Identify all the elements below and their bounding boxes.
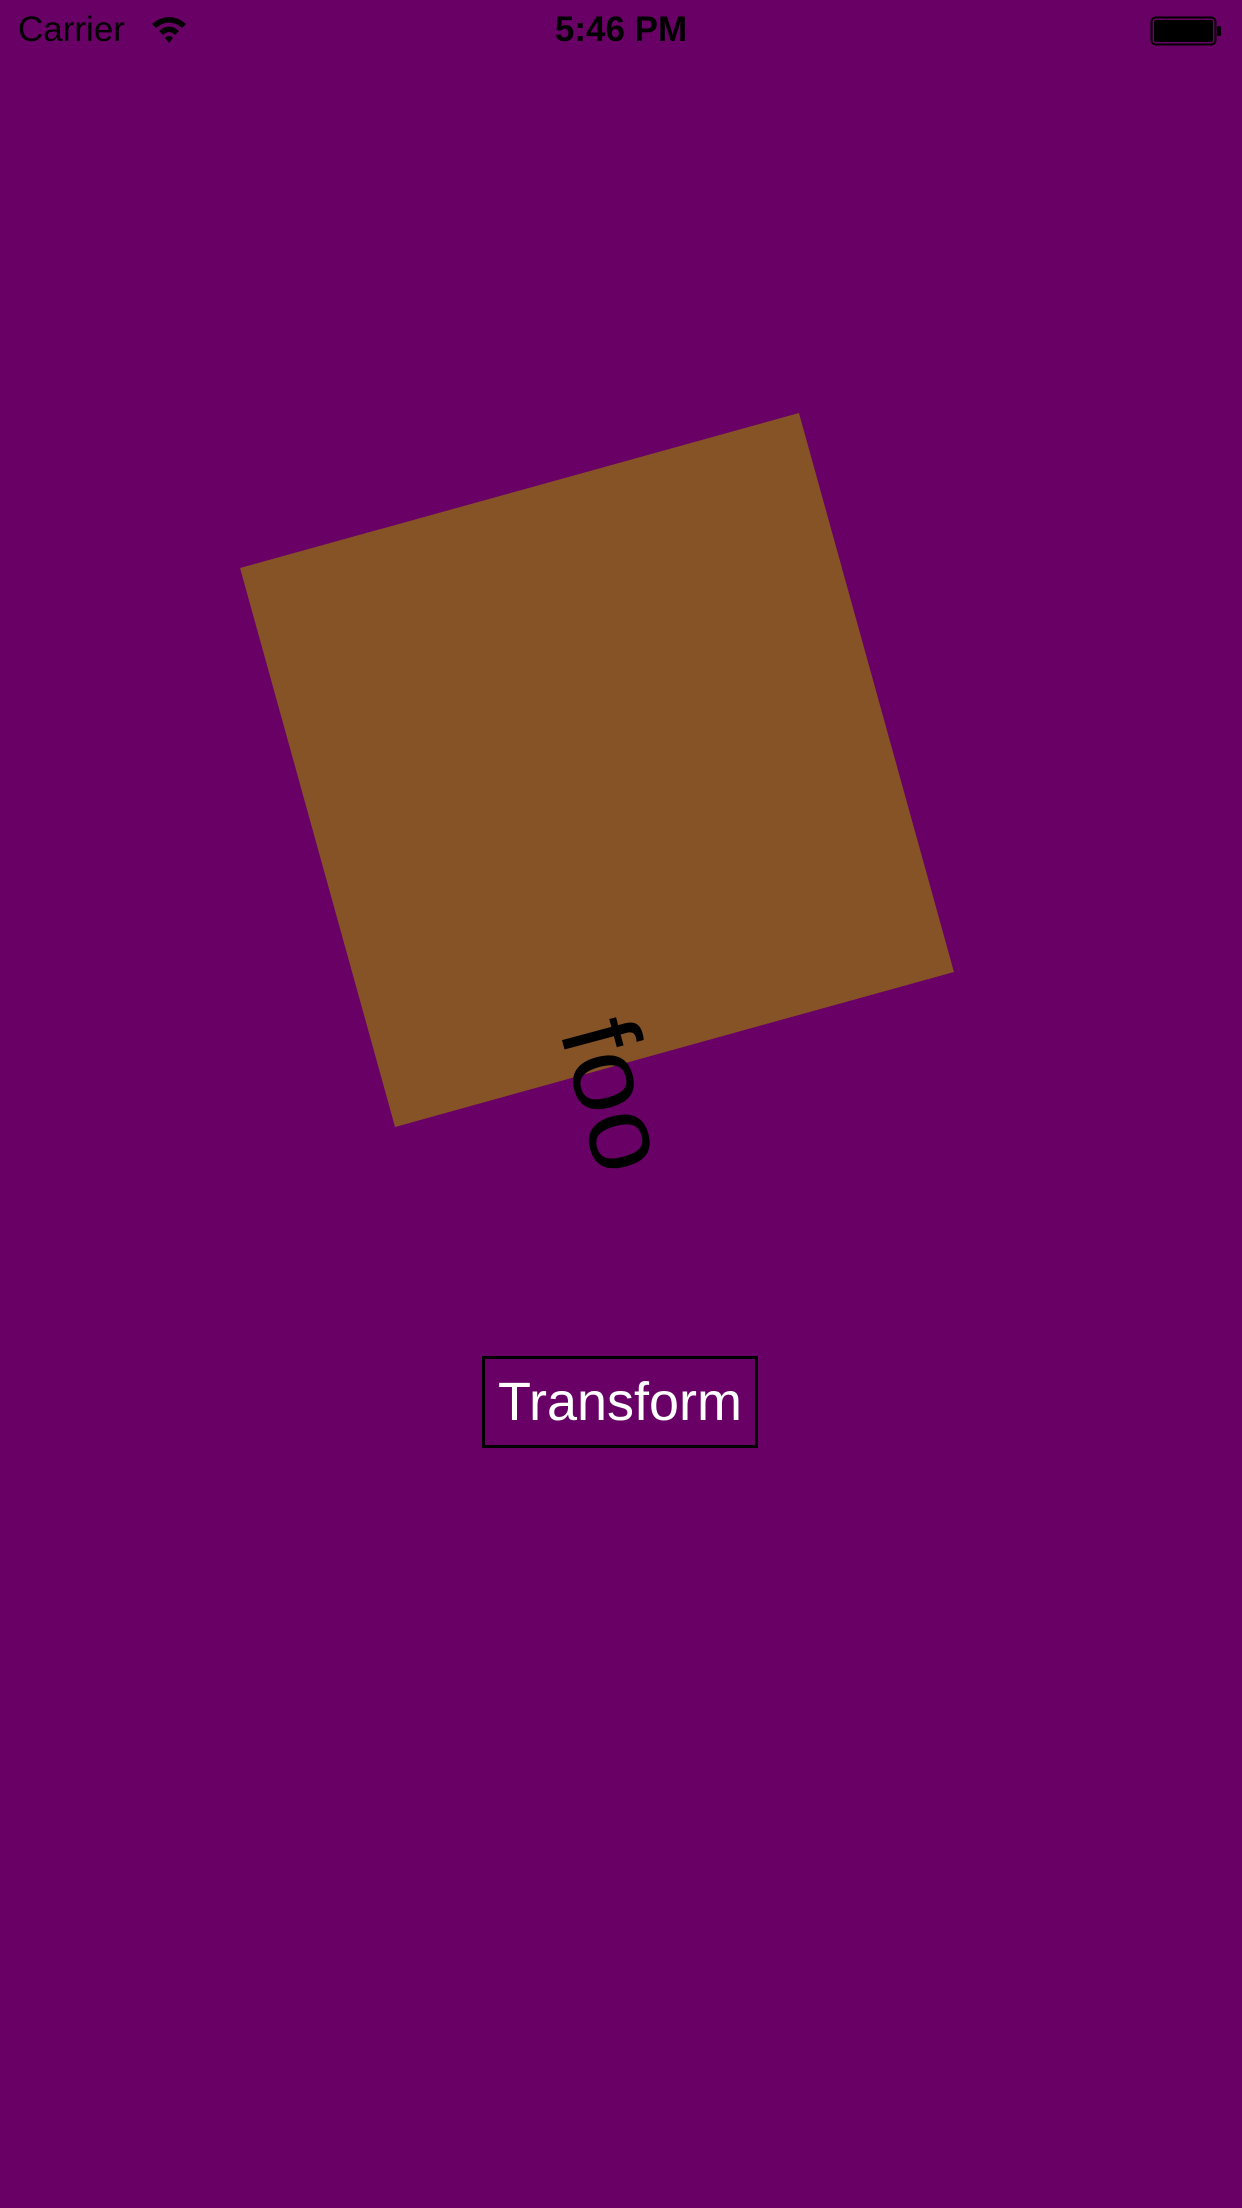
- status-time: 5:46 PM: [554, 10, 688, 49]
- battery-icon: [1150, 16, 1222, 46]
- transform-button[interactable]: Transform: [482, 1356, 758, 1448]
- screen: Carrier 5:46 PM foo Transform: [0, 0, 1242, 2208]
- status-bar: Carrier 5:46 PM: [0, 0, 1242, 60]
